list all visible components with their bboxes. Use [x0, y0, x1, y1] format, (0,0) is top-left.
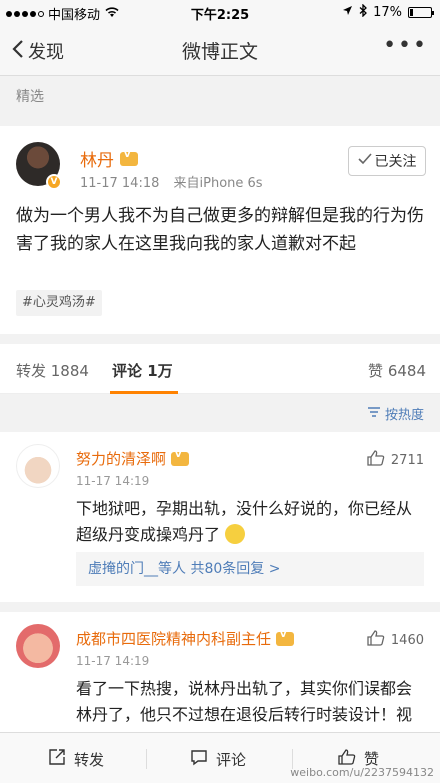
verified-badge-icon: V	[46, 174, 62, 190]
checkmark-icon	[357, 153, 372, 169]
author-name: 林丹	[80, 151, 114, 171]
location-icon	[342, 5, 353, 20]
tab-comment[interactable]: 评论 1万	[112, 360, 173, 381]
commenter-name: 努力的清泽啊	[76, 450, 167, 468]
repost-label: 转发	[74, 750, 105, 769]
comment-label: 评论	[216, 750, 247, 769]
divider	[0, 602, 440, 612]
follow-label: 已关注	[374, 154, 417, 170]
section-label: 精选	[16, 89, 44, 105]
bottom-action-bar: 转发 评论 赞 weibo.com/u/2237594132	[0, 732, 440, 783]
comment-time: 11-17 14:19	[76, 654, 150, 668]
commenter-avatar[interactable]	[16, 444, 60, 488]
comment-text: 看了一下热搜，说林丹出轨了，其实你们误都会林丹了，他只不过想在退役后转行时装设计…	[76, 679, 413, 732]
bluetooth-icon	[359, 3, 368, 21]
separator	[146, 749, 147, 769]
commenter-name-row[interactable]: 努力的清泽啊	[76, 448, 190, 469]
comment-time: 11-17 14:19	[76, 474, 150, 488]
reply-summary-link[interactable]: 虚掩的门__等人 共80条回复 >	[76, 552, 424, 586]
comment-like-button[interactable]: 2711	[367, 450, 424, 470]
sort-label: 按热度	[384, 408, 424, 423]
comment-item: 努力的清泽啊 11-17 14:19 2711 下地狱吧，孕期出轨，没什么好说的…	[0, 432, 440, 612]
post-meta: 11-17 14:18 来自iPhone 6s	[80, 172, 263, 191]
sort-bar: 按热度	[0, 394, 440, 432]
commenter-name: 成都市四医院精神内科副主任	[76, 630, 272, 648]
comment-item: 成都市四医院精神内科副主任 11-17 14:19 1460 看了一下热搜，说林…	[0, 612, 440, 732]
post-source: 来自iPhone 6s	[173, 176, 263, 191]
vip-crown-icon	[171, 449, 190, 466]
thumbs-up-icon	[367, 450, 385, 470]
battery-percent: 17%	[373, 5, 402, 20]
topic-tag[interactable]: #心灵鸡汤#	[16, 290, 102, 316]
tab-like[interactable]: 赞 6484	[368, 360, 426, 381]
post-time: 11-17 14:18	[80, 176, 160, 191]
tab-repost[interactable]: 转发 1884	[16, 360, 89, 381]
commenter-avatar[interactable]	[16, 624, 60, 668]
comment-like-count: 2711	[390, 452, 424, 468]
post-text: 做为一个男人我不为自己做更多的辩解但是我的行为伤害了我的家人在这里我向我的家人道…	[16, 206, 424, 254]
vip-crown-icon	[276, 629, 295, 646]
author-name-row[interactable]: 林丹	[80, 146, 138, 171]
interaction-tabs: 转发 1884 评论 1万 赞 6484	[0, 344, 440, 394]
status-bar: 中国移动 下午2:25 17%	[0, 0, 440, 24]
comment-like-button[interactable]: 1460	[367, 630, 424, 650]
smile-emoji-icon	[225, 524, 246, 544]
repost-icon	[48, 748, 66, 770]
comment-like-count: 1460	[390, 632, 424, 648]
sort-button[interactable]: 按热度	[367, 404, 424, 423]
post-card: V 林丹 11-17 14:18 来自iPhone 6s 已关注 做为一个男人我…	[0, 126, 440, 334]
thumbs-up-icon	[367, 630, 385, 650]
nav-bar: 发现 微博正文 •••	[0, 24, 440, 76]
comment-list: 努力的清泽啊 11-17 14:19 2711 下地狱吧，孕期出轨，没什么好说的…	[0, 432, 440, 732]
repost-button[interactable]: 转发	[48, 748, 104, 770]
commenter-name-row[interactable]: 成都市四医院精神内科副主任	[76, 628, 295, 649]
more-button[interactable]: •••	[383, 33, 428, 58]
status-right: 17%	[342, 3, 434, 21]
page-title: 微博正文	[181, 41, 258, 63]
comment-icon	[190, 748, 208, 770]
watermark: weibo.com/u/2237594132	[290, 766, 434, 779]
battery-fill	[410, 9, 414, 16]
comment-button[interactable]: 评论	[190, 748, 246, 770]
follow-button[interactable]: 已关注	[348, 146, 426, 176]
comment-text: 下地狱吧，孕期出轨，没什么好说的，你已经从超级丹变成操鸡丹了	[76, 496, 416, 548]
battery-icon	[408, 7, 434, 18]
sort-icon	[367, 406, 381, 422]
vip-crown-icon	[120, 149, 138, 166]
